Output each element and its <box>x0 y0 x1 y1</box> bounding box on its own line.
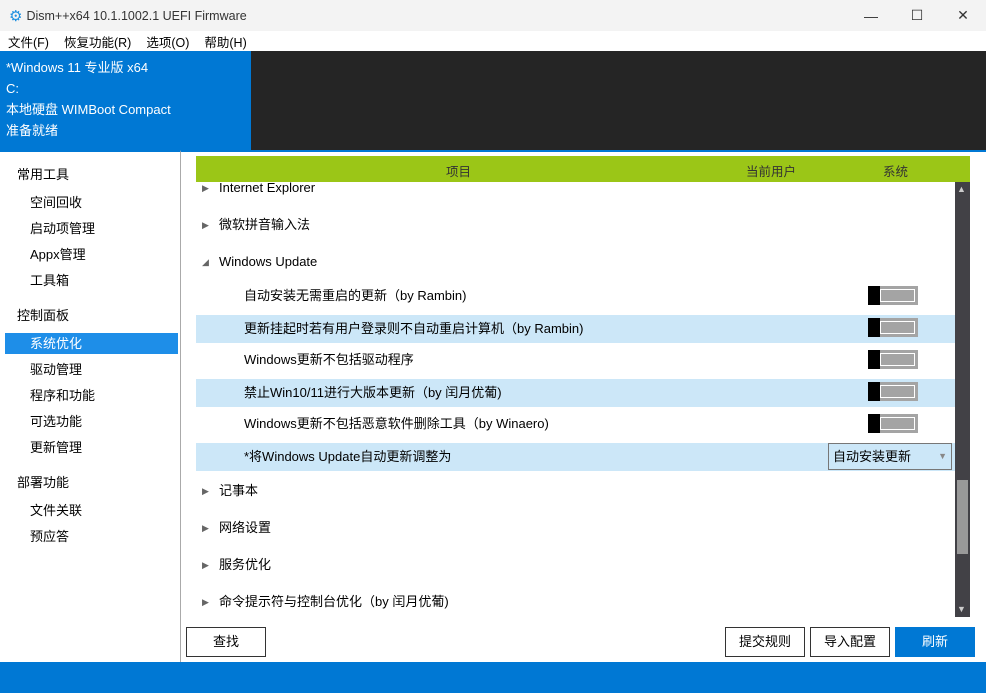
group-ie[interactable]: ▶ Internet Explorer <box>196 172 955 204</box>
import-config-button[interactable]: 导入配置 <box>810 627 890 657</box>
expand-arrow-icon: ▶ <box>202 560 209 570</box>
status-text: 准备就绪 <box>6 123 59 138</box>
group-network[interactable]: ▶ 网络设置 <box>196 512 955 544</box>
disk-type: 本地硬盘 WIMBoot Compact <box>6 102 171 117</box>
section-common-tools: 常用工具 <box>17 167 70 182</box>
expand-arrow-icon: ▶ <box>202 183 209 193</box>
sidebar-item-toolbox[interactable]: 工具箱 <box>5 270 178 291</box>
sidebar-item-startup[interactable]: 启动项管理 <box>5 218 178 239</box>
option-row: 更新挂起时若有用户登录则不自动重启计算机（by Rambin) <box>196 315 955 343</box>
sidebar-item-drivers[interactable]: 驱动管理 <box>5 359 178 380</box>
sidebar-item-space-cleanup[interactable]: 空间回收 <box>5 192 178 213</box>
window-title: Dism++x64 10.1.1002.1 UEFI Firmware <box>26 8 247 23</box>
option-row: Windows更新不包括驱动程序 <box>196 344 955 376</box>
menu-help[interactable]: 帮助(H) <box>204 32 246 51</box>
gear-icon: ⚙ <box>9 7 23 25</box>
system-toggle[interactable] <box>868 382 918 401</box>
expand-arrow-icon: ▶ <box>202 220 209 230</box>
minimize-button[interactable]: — <box>848 0 894 31</box>
collapse-arrow-icon: ◢ <box>202 257 209 267</box>
sidebar: 常用工具 空间回收 启动项管理 Appx管理 工具箱 控制面板 系统优化 驱动管… <box>0 150 181 662</box>
menu-options[interactable]: 选项(O) <box>146 32 189 51</box>
sidebar-item-optional-features[interactable]: 可选功能 <box>5 411 178 432</box>
find-button[interactable]: 查找 <box>186 627 266 657</box>
close-button[interactable]: ✕ <box>940 0 986 31</box>
group-services[interactable]: ▶ 服务优化 <box>196 549 955 581</box>
system-toggle[interactable] <box>868 318 918 337</box>
sidebar-item-programs[interactable]: 程序和功能 <box>5 385 178 406</box>
option-row: 自动安装无需重启的更新（by Rambin) <box>196 280 955 312</box>
dropdown-arrow-icon: ▼ <box>938 451 947 461</box>
system-toggle[interactable] <box>868 286 918 305</box>
group-notepad[interactable]: ▶ 记事本 <box>196 475 955 507</box>
menu-restore[interactable]: 恢复功能(R) <box>64 32 131 51</box>
title-bar: ⚙ Dism++x64 10.1.1002.1 UEFI Firmware — … <box>0 0 986 31</box>
sidebar-item-updates[interactable]: 更新管理 <box>5 437 178 458</box>
menu-file[interactable]: 文件(F) <box>8 32 49 51</box>
session-area <box>251 51 986 150</box>
sidebar-item-appx[interactable]: Appx管理 <box>5 244 178 265</box>
option-row: Windows更新不包括恶意软件删除工具（by Winaero) <box>196 408 955 440</box>
scrollbar-thumb[interactable] <box>957 480 968 554</box>
submit-rule-button[interactable]: 提交规则 <box>725 627 805 657</box>
image-info-panel[interactable]: *Windows 11 专业版 x64 C: 本地硬盘 WIMBoot Comp… <box>0 51 251 150</box>
option-row: 禁止Win10/11进行大版本更新（by 闰月优葡) <box>196 379 955 407</box>
expand-arrow-icon: ▶ <box>202 523 209 533</box>
group-windows-update[interactable]: ◢ Windows Update <box>196 246 955 278</box>
option-row: *将Windows Update自动更新调整为 自动安装更新 ▼ <box>196 443 955 471</box>
expand-arrow-icon: ▶ <box>202 486 209 496</box>
section-deploy: 部署功能 <box>17 475 70 490</box>
scroll-up-icon[interactable]: ▲ <box>957 184 966 194</box>
menu-bar: 文件(F) 恢复功能(R) 选项(O) 帮助(H) <box>0 31 986 51</box>
maximize-button[interactable]: ☐ <box>894 0 940 31</box>
sidebar-item-file-assoc[interactable]: 文件关联 <box>5 500 178 521</box>
auto-update-dropdown[interactable]: 自动安装更新 ▼ <box>828 443 952 470</box>
status-bar <box>0 662 986 693</box>
drive: C: <box>6 81 19 96</box>
sidebar-item-system-optimize[interactable]: 系统优化 <box>5 333 178 354</box>
scroll-down-icon[interactable]: ▼ <box>957 604 966 614</box>
system-toggle[interactable] <box>868 414 918 433</box>
expand-arrow-icon: ▶ <box>202 597 209 607</box>
group-console[interactable]: ▶ 命令提示符与控制台优化（by 闰月优葡) <box>196 586 955 618</box>
section-control-panel: 控制面板 <box>17 308 70 323</box>
os-name: *Windows 11 专业版 x64 <box>6 60 149 75</box>
system-toggle[interactable] <box>868 350 918 369</box>
refresh-button[interactable]: 刷新 <box>895 627 975 657</box>
group-pinyin[interactable]: ▶ 微软拼音输入法 <box>196 209 955 241</box>
sidebar-item-answer-file[interactable]: 预应答 <box>5 526 178 547</box>
